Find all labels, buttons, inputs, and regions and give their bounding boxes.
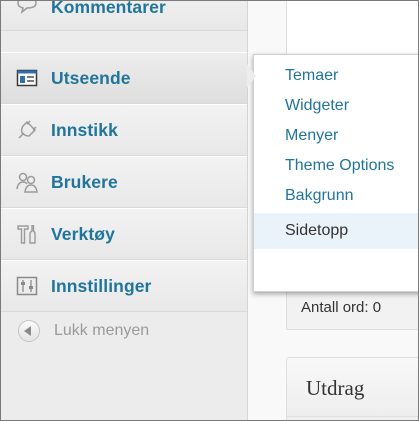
flyout-pointer — [247, 64, 256, 88]
sidebar-item-label: Brukere — [51, 171, 118, 192]
excerpt-divider — [287, 416, 418, 417]
sidebar-item-settings[interactable]: Innstillinger — [1, 260, 247, 312]
wp-admin-viewport: Antall ord: 0 Utdrag Kommentarer Utseend… — [0, 0, 419, 421]
users-icon — [14, 169, 40, 195]
submenu-item-widgets[interactable]: Widgeter — [254, 91, 418, 121]
submenu-item-menus[interactable]: Menyer — [254, 121, 418, 151]
sidebar-item-comments[interactable]: Kommentarer — [1, 0, 247, 31]
submenu-item-themes[interactable]: Temaer — [254, 61, 418, 91]
sidebar-item-label: Verktøy — [51, 223, 115, 244]
submenu-item-label: Menyer — [285, 127, 339, 144]
submenu-item-label: Bakgrunn — [285, 187, 354, 204]
submenu-item-header[interactable]: Sidetopp — [254, 213, 418, 249]
sidebar-item-label: Innstikk — [51, 119, 118, 140]
submenu-item-theme-options[interactable]: Theme Options — [254, 151, 418, 181]
appearance-submenu: Temaer Widgeter Menyer Theme Options Bak… — [253, 54, 418, 292]
settings-sliders-icon — [14, 273, 40, 299]
sidebar-item-users[interactable]: Brukere — [1, 156, 247, 208]
sidebar-item-tools[interactable]: Verktøy — [1, 208, 247, 260]
appearance-icon — [14, 65, 40, 91]
plugin-plug-icon — [14, 117, 40, 143]
submenu-item-label: Theme Options — [285, 157, 395, 174]
admin-sidebar: Kommentarer Utseende Innstikk Brukere Ve… — [1, 0, 248, 420]
word-count-text: Antall ord: 0 — [301, 299, 382, 316]
excerpt-title: Utdrag — [306, 376, 365, 400]
submenu-item-label: Widgeter — [285, 97, 350, 114]
tools-icon — [14, 221, 40, 247]
submenu-item-label: Sidetopp — [285, 222, 349, 239]
excerpt-box[interactable]: Utdrag — [286, 357, 418, 420]
sidebar-item-appearance[interactable]: Utseende — [1, 52, 247, 104]
submenu-item-label: Temaer — [285, 67, 339, 84]
collapse-menu-button[interactable]: Lukk menyen — [1, 310, 247, 352]
comment-bubble-icon — [14, 1, 40, 20]
sidebar-item-label: Utseende — [51, 67, 131, 88]
collapse-menu-label: Lukk menyen — [54, 322, 150, 339]
collapse-arrow-icon — [18, 320, 40, 342]
word-count-bar: Antall ord: 0 — [286, 287, 418, 330]
sidebar-item-label: Innstillinger — [51, 275, 152, 296]
sidebar-item-plugins[interactable]: Innstikk — [1, 104, 247, 156]
submenu-item-background[interactable]: Bakgrunn — [254, 181, 418, 211]
sidebar-item-label: Kommentarer — [51, 0, 166, 17]
